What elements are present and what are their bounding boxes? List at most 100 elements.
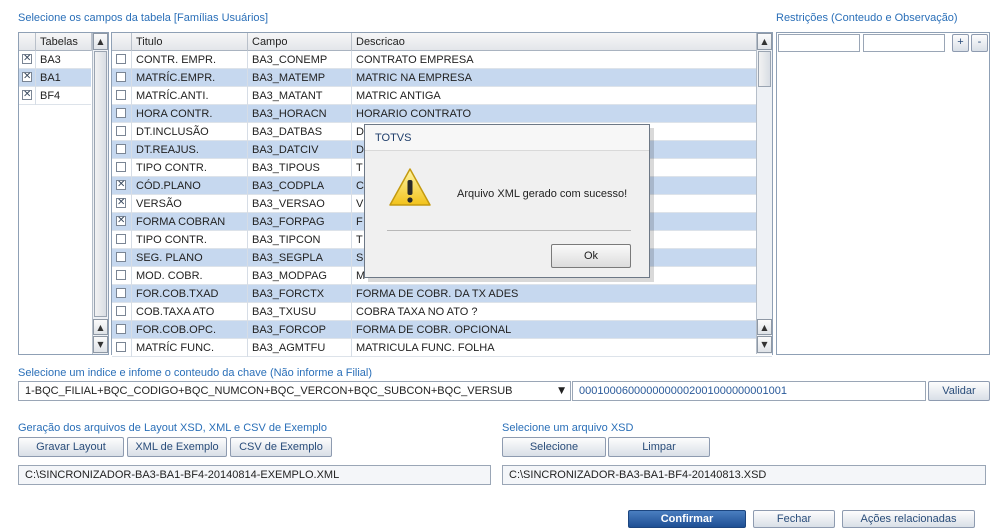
xsd-section-title: Selecione um arquivo XSD [502, 422, 634, 434]
scroll-up-icon[interactable]: ▲ [93, 33, 108, 50]
scroll-down-icon[interactable]: ▼ [757, 336, 772, 353]
field-checkbox[interactable] [116, 126, 126, 136]
table-name: BA3 [40, 54, 61, 66]
tables-scrollbar[interactable]: ▲ ▲ ▼ [92, 33, 108, 354]
field-checkbox[interactable] [116, 162, 126, 172]
field-checkbox[interactable] [116, 342, 126, 352]
table-row[interactable]: MATRÍC.EMPR. BA3_MATEMP MATRIC NA EMPRESA [112, 69, 772, 87]
col-header-titulo[interactable]: Titulo [132, 33, 248, 51]
field-checkbox[interactable] [116, 197, 126, 209]
col-header-descricao[interactable]: Descricao [352, 33, 756, 51]
fields-section-title: Selecione os campos da tabela [Famílias … [18, 12, 269, 24]
table-row[interactable]: BA1 [19, 69, 91, 87]
clear-xsd-button[interactable]: Limpar [608, 437, 710, 457]
cell-descricao: HORARIO CONTRATO [356, 108, 472, 120]
scroll-up-icon[interactable]: ▲ [93, 319, 108, 335]
cell-descricao: MATRIC ANTIGA [356, 90, 441, 102]
field-checkbox[interactable] [116, 108, 126, 118]
table-row[interactable]: FOR.COB.OPC. BA3_FORCOP FORMA DE COBR. OPC… [112, 321, 772, 339]
xml-example-button[interactable]: XML de Exemplo [127, 437, 227, 457]
confirm-button[interactable]: Confirmar [628, 510, 746, 528]
field-checkbox[interactable] [116, 54, 126, 64]
generation-section-title: Geração dos arquivos de Layout XSD, XML … [18, 422, 327, 434]
close-button[interactable]: Fechar [753, 510, 835, 528]
cell-campo: BA3_AGMTFU [248, 339, 352, 357]
restriction-content-input[interactable] [778, 34, 860, 52]
cell-titulo: TIPO CONTR. [132, 231, 248, 249]
cell-campo: BA3_FORCOP [248, 321, 352, 339]
message-dialog: TOTVS Arquivo XML gerado com sucesso! Ok [364, 124, 650, 278]
field-checkbox[interactable] [116, 72, 126, 82]
table-checkbox[interactable] [22, 71, 32, 83]
table-checkbox[interactable] [22, 89, 32, 101]
validate-button[interactable]: Validar [928, 381, 990, 401]
restriction-observation-input[interactable] [863, 34, 945, 52]
cell-titulo: HORA CONTR. [132, 105, 248, 123]
cell-campo: BA3_MATEMP [248, 69, 352, 87]
scroll-up-icon[interactable]: ▲ [757, 319, 772, 335]
field-checkbox[interactable] [116, 288, 126, 298]
xml-path-field[interactable]: C:\SINCRONIZADOR-BA3-BA1-BF4-20140814-EX… [18, 465, 491, 485]
table-row[interactable]: COB.TAXA ATO BA3_TXUSU COBRA TAXA NO ATO ? [112, 303, 772, 321]
cell-campo: BA3_HORACN [248, 105, 352, 123]
cell-campo: BA3_TIPOUS [248, 159, 352, 177]
scroll-thumb[interactable] [94, 51, 107, 317]
cell-titulo: CONTR. EMPR. [132, 51, 248, 69]
related-actions-button[interactable]: Ações relacionadas [842, 510, 975, 528]
table-row[interactable]: BA3 [19, 51, 91, 69]
ok-button[interactable]: Ok [551, 244, 631, 268]
add-restriction-button[interactable]: + [952, 34, 969, 52]
field-checkbox[interactable] [116, 306, 126, 316]
field-checkbox[interactable] [116, 324, 126, 334]
remove-restriction-button[interactable]: - [971, 34, 988, 52]
restrictions-panel: + - [776, 32, 990, 355]
field-checkbox[interactable] [116, 270, 126, 280]
field-checkbox[interactable] [116, 234, 126, 244]
cell-titulo: MOD. COBR. [132, 267, 248, 285]
dialog-divider [387, 230, 631, 231]
table-row[interactable]: BF4 [19, 87, 91, 105]
cell-descricao: MATRIC NA EMPRESA [356, 72, 472, 84]
cell-titulo: FOR.COB.TXAD [132, 285, 248, 303]
table-row[interactable]: MATRÍC FUNC. BA3_AGMTFU MATRICULA FUNC. FO… [112, 339, 772, 357]
table-row[interactable]: FOR.COB.TXAD BA3_FORCTX FORMA DE COBR. DA … [112, 285, 772, 303]
key-value-input[interactable]: 0001000600000000002001000000001001 [572, 381, 926, 401]
gravar-layout-button[interactable]: Gravar Layout [18, 437, 124, 457]
chevron-down-icon[interactable]: ▼ [558, 385, 565, 397]
cell-campo: BA3_FORCTX [248, 285, 352, 303]
csv-example-button[interactable]: CSV de Exemplo [230, 437, 332, 457]
select-xsd-button[interactable]: Selecione [502, 437, 606, 457]
cell-campo: BA3_MATANT [248, 87, 352, 105]
cell-titulo: COB.TAXA ATO [132, 303, 248, 321]
index-select[interactable]: 1-BQC_FILIAL+BQC_CODIGO+BQC_NUMCON+BQC_V… [18, 381, 571, 401]
fields-scrollbar[interactable]: ▲ ▲ ▼ [756, 33, 772, 354]
scroll-down-icon[interactable]: ▼ [93, 336, 108, 353]
cell-campo: BA3_TIPCON [248, 231, 352, 249]
cell-campo: BA3_VERSAO [248, 195, 352, 213]
table-row[interactable]: MATRÍC.ANTI. BA3_MATANT MATRIC ANTIGA [112, 87, 772, 105]
cell-campo: BA3_SEGPLA [248, 249, 352, 267]
table-row[interactable]: HORA CONTR. BA3_HORACN HORARIO CONTRATO [112, 105, 772, 123]
tables-panel: Tabelas BA3 BA1 BF4 ▲ ▲ ▼ [18, 32, 109, 355]
scroll-thumb[interactable] [758, 51, 771, 87]
table-checkbox[interactable] [22, 53, 32, 65]
cell-campo: BA3_MODPAG [248, 267, 352, 285]
cell-descricao: FORMA DE COBR. OPCIONAL [356, 324, 512, 336]
field-checkbox[interactable] [116, 252, 126, 262]
xsd-path-field[interactable]: C:\SINCRONIZADOR-BA3-BA1-BF4-20140813.XS… [502, 465, 986, 485]
table-row[interactable]: CONTR. EMPR. BA3_CONEMP CONTRATO EMPRESA [112, 51, 772, 69]
cell-campo: BA3_CONEMP [248, 51, 352, 69]
cell-titulo: CÓD.PLANO [132, 177, 248, 195]
cell-titulo: FORMA COBRAN [132, 213, 248, 231]
scroll-up-icon[interactable]: ▲ [757, 33, 772, 50]
field-checkbox[interactable] [116, 215, 126, 227]
fields-header: Titulo Campo Descricao [112, 33, 772, 51]
col-header-campo[interactable]: Campo [248, 33, 352, 51]
field-checkbox[interactable] [116, 179, 126, 191]
field-checkbox[interactable] [116, 144, 126, 154]
cell-campo: BA3_TXUSU [248, 303, 352, 321]
field-checkbox[interactable] [116, 90, 126, 100]
restrictions-section-title: Restrições (Conteudo e Observação) [776, 12, 958, 24]
dialog-message: Arquivo XML gerado com sucesso! [457, 188, 628, 200]
index-section-title: Selecione um indice e infome o conteudo … [18, 367, 373, 379]
